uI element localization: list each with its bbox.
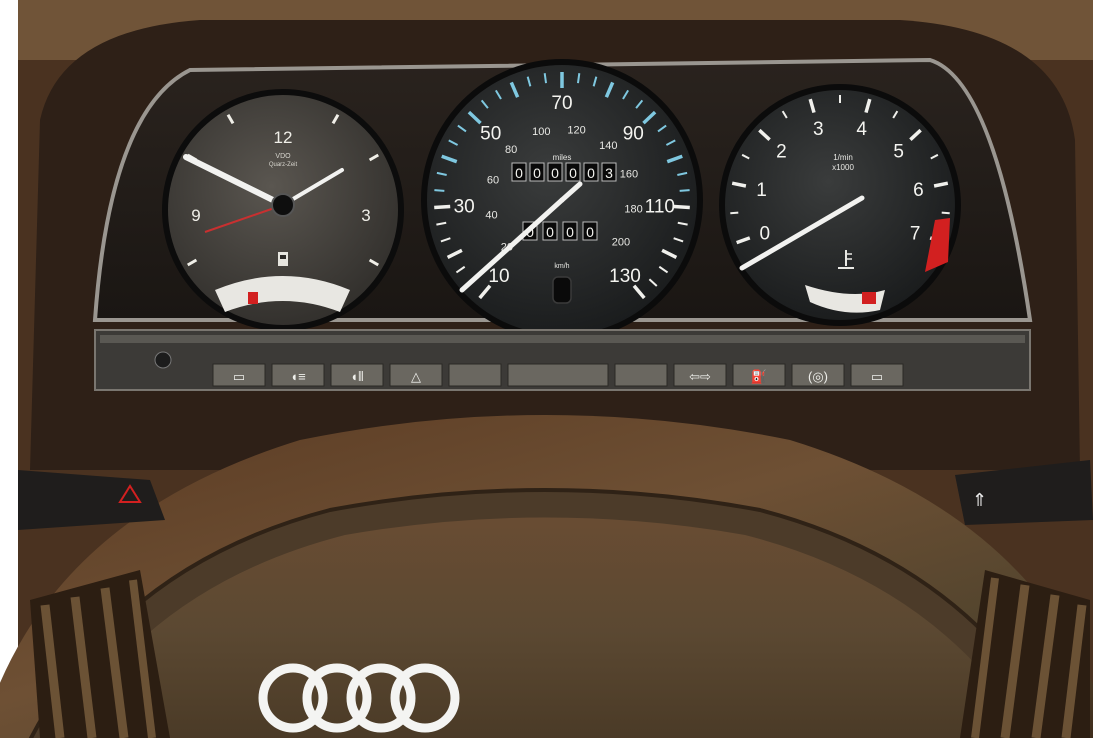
odometer-digit: 0 bbox=[587, 165, 595, 181]
brake-icon: (◎) bbox=[808, 369, 828, 384]
temperature-hot-mark bbox=[862, 292, 876, 304]
speed-label-kmh: 80 bbox=[505, 144, 517, 156]
clock-subtitle: Quarz-Zeit bbox=[269, 162, 298, 168]
tach-unit-line1: 1/min bbox=[833, 153, 853, 162]
rear-defrost-icon: ▭ bbox=[233, 369, 245, 384]
speed-label-kmh: 140 bbox=[599, 140, 617, 152]
tach-numeral: 0 bbox=[760, 223, 771, 244]
speed-label-kmh: 40 bbox=[485, 210, 497, 222]
tach-numeral: 6 bbox=[913, 180, 924, 201]
odometer-digit: 0 bbox=[569, 165, 577, 181]
odometer-digit: 0 bbox=[551, 165, 559, 181]
odometer-unit: miles bbox=[553, 153, 572, 162]
fuel-reserve-mark bbox=[248, 292, 258, 304]
warning-light-blank bbox=[614, 363, 668, 387]
tach-tick bbox=[941, 211, 950, 215]
speed-label-kmh: 200 bbox=[612, 236, 630, 248]
speed-label-mph: 130 bbox=[609, 266, 641, 287]
turn-signal-icon: ⇦⇨ bbox=[689, 369, 711, 384]
tach-numeral: 5 bbox=[893, 142, 904, 163]
speed-label-kmh: 60 bbox=[487, 174, 499, 186]
tachometer: 0123 4567 1/min x1000 bbox=[719, 84, 961, 326]
speed-label-mph: 10 bbox=[488, 266, 509, 287]
clock-brand: VDO bbox=[275, 153, 291, 160]
headlight-switch-icon: ⇑ bbox=[972, 490, 987, 510]
tach-numeral: 2 bbox=[776, 142, 787, 163]
trip-digit: 0 bbox=[566, 224, 574, 240]
trip-digit: 0 bbox=[586, 224, 594, 240]
odometer-digit: 3 bbox=[605, 165, 613, 181]
tach-unit-line2: x1000 bbox=[832, 163, 854, 172]
speed-label-mph: 90 bbox=[623, 124, 644, 145]
indicator-dot bbox=[154, 351, 172, 369]
speed-label-mph: 70 bbox=[551, 93, 572, 114]
oil-can-icon: ⛽ bbox=[751, 369, 767, 384]
tach-numeral: 3 bbox=[813, 119, 824, 140]
clock-numeral-12: 12 bbox=[274, 128, 293, 147]
odometer-digit: 0 bbox=[515, 165, 523, 181]
speed-label-kmh: 180 bbox=[624, 203, 642, 215]
speed-tick bbox=[543, 73, 548, 84]
odometer-digit: 0 bbox=[533, 165, 541, 181]
speed-tick bbox=[434, 204, 451, 210]
tach-numeral: 7 bbox=[910, 223, 921, 244]
clock-numeral-3: 3 bbox=[361, 206, 370, 225]
speed-tick bbox=[434, 189, 445, 192]
speed-tick bbox=[673, 204, 690, 210]
hazard-icon: △ bbox=[411, 369, 421, 384]
dashboard-photo: 12 3 9 VDO Quarz-Zeit 103050709011013020… bbox=[0, 0, 1093, 738]
speedometer: 1030507090110130204060801001201401601802… bbox=[421, 59, 703, 341]
clock-numeral-9: 9 bbox=[191, 206, 200, 225]
fuel-pump-icon bbox=[278, 252, 288, 266]
fog-light-icon: ◖⦀ bbox=[350, 369, 364, 384]
speed-label-kmh: 160 bbox=[620, 168, 638, 180]
speed-tick bbox=[679, 189, 690, 192]
tach-numeral: 1 bbox=[756, 180, 767, 201]
clock-gauge: 12 3 9 VDO Quarz-Zeit bbox=[162, 89, 404, 331]
speed-label-kmh: 100 bbox=[532, 126, 550, 138]
tach-numeral: 4 bbox=[856, 119, 867, 140]
speed-label-mph: 110 bbox=[645, 197, 675, 218]
speed-tick bbox=[576, 73, 581, 84]
trip-digit: 0 bbox=[546, 224, 554, 240]
battery-icon: ▭ bbox=[871, 369, 883, 384]
tach-tick bbox=[730, 211, 739, 215]
speed-label-mph: 50 bbox=[480, 124, 501, 145]
headlight-icon: ◖≡ bbox=[290, 369, 305, 384]
small-unit-label: km/h bbox=[554, 263, 569, 270]
trip-reset-knob[interactable] bbox=[552, 276, 572, 304]
warning-light-blank bbox=[448, 363, 502, 387]
speed-label-mph: 30 bbox=[454, 197, 475, 218]
warning-light-blank-wide bbox=[507, 363, 609, 387]
speed-label-kmh: 120 bbox=[567, 124, 585, 136]
